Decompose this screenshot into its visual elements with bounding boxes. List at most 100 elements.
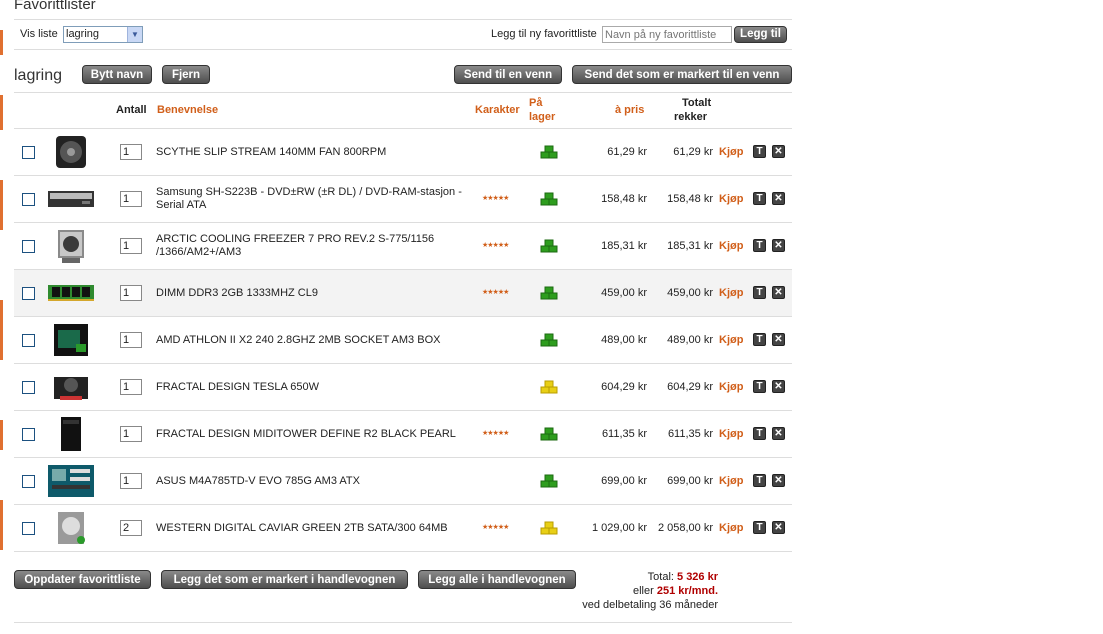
- dvd-drive-image[interactable]: [46, 181, 96, 217]
- select-checkbox[interactable]: [22, 146, 35, 159]
- select-checkbox[interactable]: [22, 240, 35, 253]
- table-row: 1 FRACTAL DESIGN MIDITOWER DEFINE R2 BLAC…: [14, 411, 792, 458]
- product-name[interactable]: ARCTIC COOLING FREEZER 7 PRO REV.2 S-775…: [156, 223, 476, 269]
- column-price[interactable]: à pris: [615, 104, 644, 117]
- quantity-input[interactable]: 1: [120, 426, 142, 442]
- product-name[interactable]: DIMM DDR3 2GB 1333MHZ CL9: [156, 270, 476, 316]
- power-supply-image[interactable]: [46, 369, 96, 405]
- close-icon[interactable]: ✕: [772, 521, 785, 534]
- quantity-input[interactable]: 1: [120, 379, 142, 395]
- buy-link[interactable]: Kjøp: [719, 240, 743, 252]
- buy-link[interactable]: Kjøp: [719, 428, 743, 440]
- stock-icon: [540, 333, 558, 347]
- edit-note-icon[interactable]: T: [753, 333, 766, 346]
- add-list-button[interactable]: Legg til: [734, 26, 787, 43]
- send-to-friend-button[interactable]: Send til en venn: [454, 65, 562, 84]
- select-checkbox[interactable]: [22, 193, 35, 206]
- select-checkbox[interactable]: [22, 475, 35, 488]
- column-rating[interactable]: Karakter: [475, 104, 520, 117]
- select-checkbox[interactable]: [22, 334, 35, 347]
- quantity-input[interactable]: 1: [120, 332, 142, 348]
- product-name[interactable]: FRACTAL DESIGN MIDITOWER DEFINE R2 BLACK…: [156, 411, 476, 457]
- product-name[interactable]: Samsung SH-S223B - DVD±RW (±R DL) / DVD-…: [156, 176, 476, 222]
- unit-price: 459,00 kr: [601, 287, 647, 299]
- buy-link[interactable]: Kjøp: [719, 522, 743, 534]
- stock-icon: [540, 474, 558, 488]
- buy-link[interactable]: Kjøp: [719, 146, 743, 158]
- remove-list-button[interactable]: Fjern: [162, 65, 210, 84]
- installment-note: ved delbetaling 36 måneder: [582, 599, 718, 611]
- monthly-prefix: eller: [633, 585, 654, 597]
- product-name[interactable]: WESTERN DIGITAL CAVIAR GREEN 2TB SATA/30…: [156, 505, 476, 551]
- table-row: 1 ARCTIC COOLING FREEZER 7 PRO REV.2 S-77…: [14, 223, 792, 270]
- column-description[interactable]: Benevnelse: [157, 104, 218, 117]
- select-checkbox[interactable]: [22, 381, 35, 394]
- column-stock-line2[interactable]: lager: [529, 111, 555, 124]
- table-row: 1 AMD ATHLON II X2 240 2.8GHZ 2MB SOCKET …: [14, 317, 792, 364]
- edit-note-icon[interactable]: T: [753, 286, 766, 299]
- quantity-input[interactable]: 2: [120, 520, 142, 536]
- close-icon[interactable]: ✕: [772, 239, 785, 252]
- quantity-input[interactable]: 1: [120, 285, 142, 301]
- motherboard-image[interactable]: [46, 463, 96, 499]
- close-icon[interactable]: ✕: [772, 427, 785, 440]
- update-list-button[interactable]: Oppdater favorittliste: [14, 570, 151, 589]
- buy-link[interactable]: Kjøp: [719, 334, 743, 346]
- send-selected-to-friend-button[interactable]: Send det som er markert til en venn: [572, 65, 792, 84]
- edit-note-icon[interactable]: T: [753, 239, 766, 252]
- close-icon[interactable]: ✕: [772, 380, 785, 393]
- rename-button[interactable]: Bytt navn: [82, 65, 152, 84]
- row-total: 158,48 kr: [667, 193, 713, 205]
- add-selected-to-cart-button[interactable]: Legg det som er markert i handlevognen: [161, 570, 408, 589]
- rating-stars: ★★★★★: [482, 524, 509, 531]
- product-name[interactable]: AMD ATHLON II X2 240 2.8GHZ 2MB SOCKET A…: [156, 317, 476, 363]
- unit-price: 611,35 kr: [601, 428, 647, 440]
- edit-note-icon[interactable]: T: [753, 474, 766, 487]
- edit-note-icon[interactable]: T: [753, 521, 766, 534]
- rating-stars: ★★★★★: [482, 430, 509, 437]
- edit-note-icon[interactable]: T: [753, 145, 766, 158]
- order-summary: Total: 5 326 kr eller 251 kr/mnd. ved de…: [574, 570, 718, 612]
- close-icon[interactable]: ✕: [772, 192, 785, 205]
- ram-module-image[interactable]: [46, 275, 96, 311]
- page-title: Favorittlister: [14, 0, 96, 13]
- product-name[interactable]: ASUS M4A785TD-V EVO 785G AM3 ATX: [156, 458, 476, 504]
- close-icon[interactable]: ✕: [772, 145, 785, 158]
- buy-link[interactable]: Kjøp: [719, 193, 743, 205]
- new-list-name-input[interactable]: [602, 26, 732, 43]
- select-checkbox[interactable]: [22, 428, 35, 441]
- cpu-box-image[interactable]: [46, 322, 96, 358]
- select-checkbox[interactable]: [22, 287, 35, 300]
- rating-stars: ★★★★★: [482, 242, 509, 249]
- pc-case-image[interactable]: [46, 416, 96, 452]
- hard-drive-image[interactable]: [46, 510, 96, 546]
- cpu-cooler-image[interactable]: [46, 228, 96, 264]
- list-select[interactable]: lagring ▼: [63, 26, 143, 43]
- column-stock-line1[interactable]: På: [529, 97, 542, 110]
- edit-note-icon[interactable]: T: [753, 427, 766, 440]
- close-icon[interactable]: ✕: [772, 286, 785, 299]
- row-total: 459,00 kr: [667, 287, 713, 299]
- fan-cooler-image[interactable]: [46, 134, 96, 170]
- edit-note-icon[interactable]: T: [753, 192, 766, 205]
- select-checkbox[interactable]: [22, 522, 35, 535]
- product-name-text: FRACTAL DESIGN TESLA 650W: [156, 380, 320, 393]
- row-total: 611,35 kr: [667, 428, 713, 440]
- chevron-down-icon[interactable]: ▼: [127, 27, 142, 42]
- close-icon[interactable]: ✕: [772, 474, 785, 487]
- buy-link[interactable]: Kjøp: [719, 475, 743, 487]
- add-all-to-cart-button[interactable]: Legg alle i handlevognen: [418, 570, 576, 589]
- total-value: 5 326 kr: [677, 571, 718, 583]
- table-body: 1 SCYTHE SLIP STREAM 140MM FAN 800RPM 61,2…: [14, 129, 792, 552]
- product-name[interactable]: FRACTAL DESIGN TESLA 650W: [156, 364, 476, 410]
- buy-link[interactable]: Kjøp: [719, 381, 743, 393]
- quantity-input[interactable]: 1: [120, 238, 142, 254]
- edit-note-icon[interactable]: T: [753, 380, 766, 393]
- quantity-input[interactable]: 1: [120, 191, 142, 207]
- left-accent-bar: [0, 0, 3, 634]
- close-icon[interactable]: ✕: [772, 333, 785, 346]
- quantity-input[interactable]: 1: [120, 473, 142, 489]
- quantity-input[interactable]: 1: [120, 144, 142, 160]
- buy-link[interactable]: Kjøp: [719, 287, 743, 299]
- product-name[interactable]: SCYTHE SLIP STREAM 140MM FAN 800RPM: [156, 129, 476, 175]
